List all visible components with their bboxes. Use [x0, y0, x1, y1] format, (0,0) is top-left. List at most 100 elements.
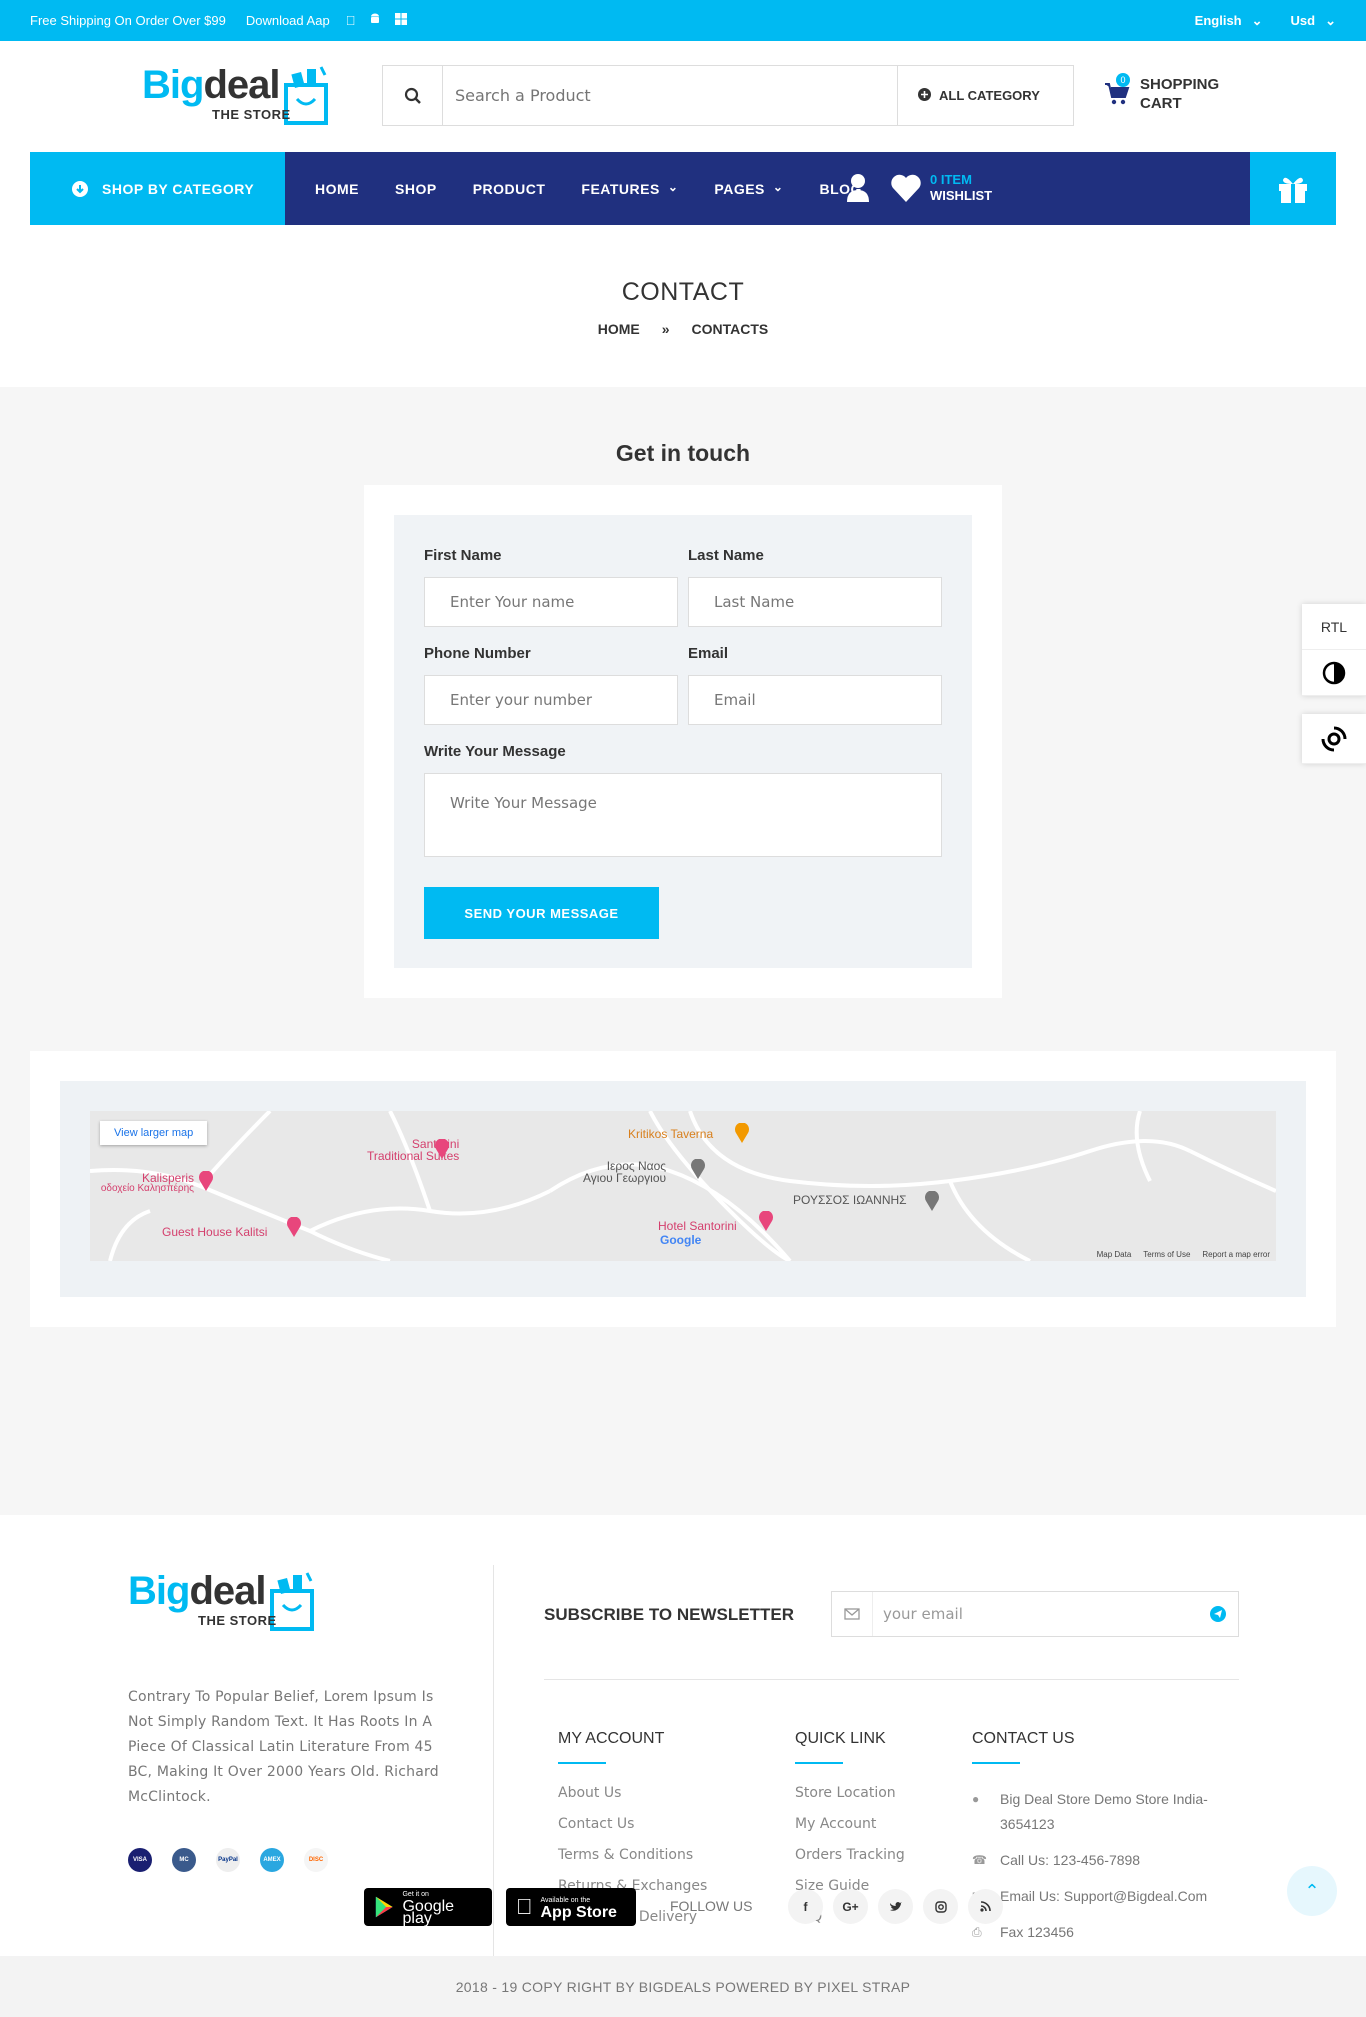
nav-product[interactable]: PRODUCT	[473, 181, 546, 197]
hotel-pin-icon	[287, 1217, 301, 1237]
apple-icon: 	[516, 1894, 533, 1920]
chevron-down-icon: ⌄	[1325, 12, 1336, 28]
instagram-icon[interactable]	[923, 1889, 958, 1924]
apple-icon[interactable]: 	[346, 13, 356, 29]
first-name-field[interactable]: Enter Your name	[424, 577, 678, 627]
link-orders-tracking[interactable]: Orders Tracking	[795, 1847, 905, 1878]
contact-form-card: First Name Enter Your name Last Name Las…	[364, 485, 1002, 998]
rss-icon[interactable]	[968, 1889, 1003, 1924]
app-badges: Get it onGoogle play  Available on theA…	[364, 1888, 636, 1927]
copyright-bar: 2018 - 19 COPY RIGHT BY BIGDEALS POWERED…	[0, 1956, 1366, 2017]
link-store-location[interactable]: Store Location	[795, 1785, 905, 1816]
shop-by-category-button[interactable]: SHOP BY CATEGORY	[30, 152, 285, 225]
link-contact-us[interactable]: Contact Us	[558, 1816, 707, 1847]
map-card: View larger map Kritikos Taverna Santori…	[30, 1051, 1336, 1327]
map-terms-link[interactable]: Terms of Use	[1143, 1250, 1190, 1259]
newsletter-form: your email	[831, 1591, 1239, 1637]
breadcrumb: HOME » CONTACTS	[0, 321, 1366, 337]
message-label: Write Your Message	[424, 743, 566, 760]
payment-cards: VISA MC PayPal AMEX DISC	[128, 1848, 328, 1872]
map-place-kalisperis[interactable]: Kalisperis οδοχείο Καλησπέρης	[90, 1171, 194, 1194]
shopping-cart[interactable]: 0 SHOPPING CART	[1104, 73, 1220, 113]
mastercard-icon: MC	[172, 1848, 196, 1872]
google-plus-icon[interactable]: G+	[833, 1889, 868, 1924]
map-place-roussos[interactable]: ΡΟΥΣΣΟΣ ΙΩΑΝΝΗΣ	[793, 1193, 907, 1207]
breadcrumb-home[interactable]: HOME	[598, 321, 640, 337]
android-icon[interactable]	[369, 13, 381, 29]
user-icon[interactable]	[846, 173, 870, 203]
map-place-guest-house[interactable]: Guest House Kalitsi	[162, 1225, 267, 1239]
rtl-toggle[interactable]: RTL	[1302, 604, 1366, 650]
view-larger-map-link[interactable]: View larger map	[100, 1121, 208, 1145]
cart-count-badge: 0	[1116, 73, 1130, 87]
last-name-field[interactable]: Last Name	[688, 577, 942, 627]
windows-icon[interactable]	[395, 12, 408, 29]
envelope-icon	[832, 1608, 872, 1620]
facebook-icon[interactable]: f	[788, 1889, 823, 1924]
wishlist[interactable]: 0 ITEM WISHLIST	[890, 172, 992, 204]
send-message-button[interactable]: SEND YOUR MESSAGE	[424, 887, 659, 939]
form-heading: Get in touch	[615, 440, 751, 466]
message-textarea[interactable]: Write Your Message	[424, 773, 942, 857]
heart-icon	[891, 174, 921, 202]
google-map[interactable]: View larger map Kritikos Taverna Santori…	[90, 1111, 1276, 1261]
google-play-icon	[375, 1896, 393, 1918]
breadcrumb-current: CONTACTS	[691, 321, 769, 337]
logo[interactable]: Bigdeal THE STORE	[142, 65, 329, 127]
first-name-label: First Name	[424, 547, 502, 564]
nav-pages[interactable]: PAGES	[714, 181, 783, 197]
follow-us-label: FOLLOW US	[670, 1898, 753, 1914]
church-pin-icon	[691, 1159, 705, 1179]
twitter-icon[interactable]	[878, 1889, 913, 1924]
main-nav: SHOP BY CATEGORY HOME SHOP PRODUCT FEATU…	[30, 152, 1336, 225]
map-frame: View larger map Kritikos Taverna Santori…	[60, 1081, 1306, 1297]
map-place-ieros[interactable]: Ιερος Ναος Αγιου Γεωργιου	[583, 1159, 666, 1185]
link-terms[interactable]: Terms & Conditions	[558, 1847, 707, 1878]
phone-field[interactable]: Enter your number	[424, 675, 678, 725]
category-select[interactable]: ALL CATEGORY	[897, 66, 1073, 125]
page-title: CONTACT	[621, 278, 745, 306]
plus-circle-icon	[918, 87, 931, 104]
chevron-down-icon: ⌄	[1251, 12, 1263, 28]
cart-label-line1: SHOPPING	[1140, 76, 1220, 93]
google-logo: Google	[660, 1233, 702, 1247]
map-place-kritikos[interactable]: Kritikos Taverna	[628, 1127, 713, 1141]
link-about-us[interactable]: About Us	[558, 1785, 707, 1816]
map-report-link[interactable]: Report a map error	[1202, 1250, 1270, 1259]
language-select[interactable]: English ⌄	[1195, 13, 1263, 29]
search-icon[interactable]	[383, 66, 443, 125]
contact-phone: Call Us: 123-456-7898	[1000, 1852, 1141, 1868]
nav-features[interactable]: FEATURES	[581, 181, 678, 197]
search-input[interactable]	[443, 66, 897, 125]
settings-toggle[interactable]	[1302, 714, 1366, 764]
breadcrumb-separator-icon: »	[661, 321, 670, 337]
quick-link-title: QUICK LINK	[795, 1730, 886, 1764]
footer-separator	[544, 1679, 1239, 1680]
download-app-text: Download Aap	[245, 13, 330, 28]
map-data-link[interactable]: Map Data	[1097, 1250, 1132, 1259]
link-my-account[interactable]: My Account	[795, 1816, 905, 1847]
hotel-pin-icon	[759, 1211, 773, 1231]
contact-email: Email Us: Support@Bigdeal.Com	[1000, 1888, 1208, 1904]
nav-shop[interactable]: SHOP	[395, 181, 437, 197]
currency-select[interactable]: Usd ⌄	[1291, 13, 1336, 29]
google-play-button[interactable]: Get it on Google play	[364, 1888, 492, 1927]
visa-card-icon: VISA	[128, 1848, 152, 1872]
send-icon[interactable]	[1198, 1606, 1238, 1622]
gift-button[interactable]	[1250, 152, 1336, 225]
side-widget: RTL	[1302, 604, 1366, 764]
search-bar: ALL CATEGORY	[382, 65, 1074, 126]
gift-icon	[1279, 177, 1307, 203]
map-place-hotel-santorini[interactable]: Hotel Santorini	[658, 1219, 737, 1233]
app-store-button[interactable]:  Available on theApp Store	[506, 1888, 636, 1926]
footer-logo[interactable]: Bigdeal THE STORE	[128, 1571, 315, 1633]
newsletter-title: SUBSCRIBE TO NEWSLETTER	[544, 1605, 794, 1624]
newsletter-email-input[interactable]: your email	[872, 1592, 1198, 1636]
currency-value: Usd	[1290, 13, 1316, 28]
back-to-top-button[interactable]: ⌃	[1287, 1866, 1337, 1916]
hotel-pin-icon	[435, 1139, 449, 1159]
phone-label: Phone Number	[424, 645, 531, 662]
nav-home[interactable]: HOME	[315, 181, 359, 197]
contrast-toggle[interactable]	[1302, 650, 1366, 696]
email-field[interactable]: Email	[688, 675, 942, 725]
